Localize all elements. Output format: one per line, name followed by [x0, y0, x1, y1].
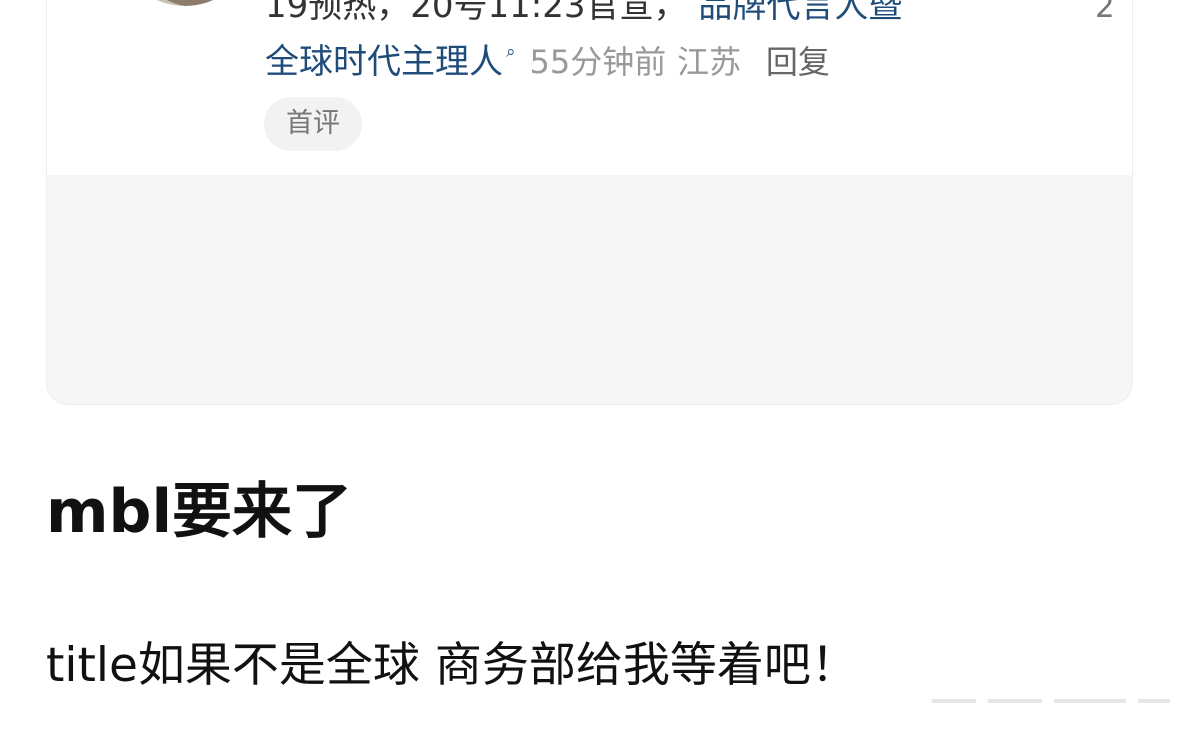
watermark-mark: [1054, 699, 1126, 703]
watermark-mark: [988, 699, 1042, 703]
comment-location: 江苏: [677, 43, 742, 81]
comment-text-line-2: 全球时代主理人 ⌕ 55分钟前 江苏 回复: [265, 40, 830, 90]
post-title: mbl要来了: [46, 477, 353, 547]
comment-link-continuation[interactable]: 全球时代主理人: [265, 42, 503, 82]
watermark: [910, 693, 1170, 721]
comment-text-line-1: 19预热，20号11:23官宣， 品牌代言人暨: [265, 0, 902, 28]
first-comment-badge: 首评: [264, 97, 362, 151]
watermark-mark: [932, 699, 976, 703]
comment-time: 55分钟前: [529, 43, 667, 81]
like-count[interactable]: 2: [1095, 0, 1115, 29]
post-body: title如果不是全球 商务部给我等着吧！: [46, 638, 858, 693]
comment-link[interactable]: 品牌代言人暨: [698, 0, 902, 26]
comment-text: 19预热，20号11:23官宣，: [265, 0, 688, 26]
search-icon[interactable]: ⌕: [506, 42, 516, 62]
reply-button[interactable]: 回复: [766, 43, 830, 81]
page: 19预热，20号11:23官宣， 品牌代言人暨 全球时代主理人 ⌕ 55分钟前 江苏…: [0, 0, 1179, 736]
comment-card: 19预热，20号11:23官宣， 品牌代言人暨 全球时代主理人 ⌕ 55分钟前 江苏…: [46, 0, 1133, 405]
watermark-mark: [1138, 699, 1170, 703]
